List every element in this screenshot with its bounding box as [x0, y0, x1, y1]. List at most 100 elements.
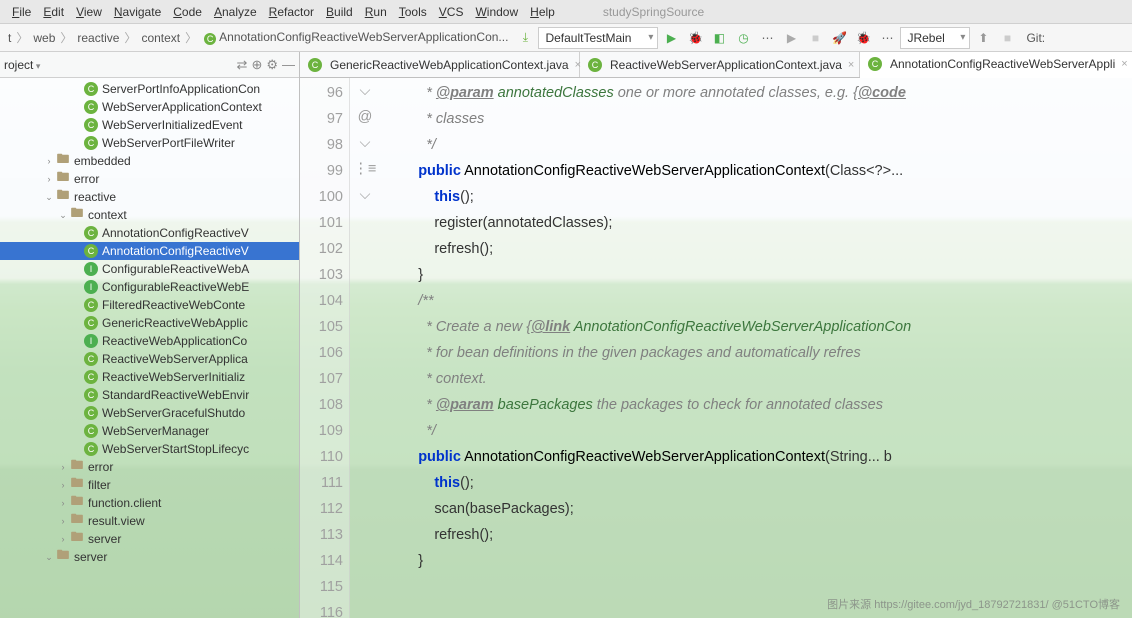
- menu-navigate[interactable]: Navigate: [108, 3, 167, 21]
- code-line[interactable]: refresh();: [390, 236, 1132, 262]
- breadcrumb-item[interactable]: reactive: [73, 29, 123, 47]
- close-icon[interactable]: ×: [848, 59, 854, 71]
- class-icon: C: [308, 58, 322, 72]
- breadcrumb-item[interactable]: context: [137, 29, 184, 47]
- tree-file[interactable]: CAnnotationConfigReactiveV: [0, 224, 299, 242]
- code-line[interactable]: /**: [390, 288, 1132, 314]
- tree-label: AnnotationConfigReactiveV: [102, 244, 249, 258]
- tree-file[interactable]: CReactiveWebServerInitializ: [0, 368, 299, 386]
- run-anything-icon[interactable]: ▶: [780, 27, 802, 49]
- code-line[interactable]: public AnnotationConfigReactiveWebServer…: [390, 158, 1132, 184]
- code-line[interactable]: * @param basePackages the packages to ch…: [390, 392, 1132, 418]
- code-line[interactable]: refresh();: [390, 522, 1132, 548]
- menu-vcs[interactable]: VCS: [433, 3, 470, 21]
- menu-build[interactable]: Build: [320, 3, 359, 21]
- tree-folder[interactable]: ⌄reactive: [0, 188, 299, 206]
- tree-file[interactable]: CReactiveWebServerApplica: [0, 350, 299, 368]
- menu-code[interactable]: Code: [167, 3, 208, 21]
- menu-tools[interactable]: Tools: [393, 3, 433, 21]
- select-opened-icon[interactable]: ⊕: [251, 57, 262, 73]
- tree-file[interactable]: CWebServerStartStopLifecyc: [0, 440, 299, 458]
- run-config-dropdown[interactable]: DefaultTestMain: [538, 27, 658, 49]
- code-line[interactable]: this();: [390, 470, 1132, 496]
- code-content[interactable]: * @param annotatedClasses one or more an…: [380, 78, 1132, 618]
- project-header[interactable]: roject ⇄ ⊕ ⚙ —: [0, 52, 299, 78]
- project-tree[interactable]: CServerPortInfoApplicationConCWebServerA…: [0, 78, 299, 618]
- commit-icon[interactable]: ■: [996, 27, 1018, 49]
- settings-icon[interactable]: ⚙: [266, 57, 278, 73]
- editor-tab[interactable]: CAnnotationConfigReactiveWebServerAppli×: [860, 52, 1132, 78]
- menu-file[interactable]: File: [6, 3, 37, 21]
- code-line[interactable]: * @param annotatedClasses one or more an…: [390, 80, 1132, 106]
- folder-icon: [70, 460, 84, 474]
- code-line[interactable]: }: [390, 548, 1132, 574]
- menu-help[interactable]: Help: [524, 3, 561, 21]
- code-line[interactable]: */: [390, 132, 1132, 158]
- tree-folder[interactable]: ›error: [0, 170, 299, 188]
- jrebel-dropdown[interactable]: JRebel: [900, 27, 970, 49]
- code-line[interactable]: this();: [390, 184, 1132, 210]
- jrebel-debug-icon[interactable]: 🐞: [852, 27, 874, 49]
- tree-file[interactable]: CGenericReactiveWebApplic: [0, 314, 299, 332]
- close-icon[interactable]: ×: [1121, 58, 1127, 70]
- breadcrumb-item[interactable]: t: [4, 29, 15, 47]
- code-line[interactable]: }: [390, 262, 1132, 288]
- tree-file[interactable]: CWebServerPortFileWriter: [0, 134, 299, 152]
- tree-file[interactable]: IConfigurableReactiveWebE: [0, 278, 299, 296]
- tree-file[interactable]: CWebServerGracefulShutdo: [0, 404, 299, 422]
- menu-run[interactable]: Run: [359, 3, 393, 21]
- tree-file[interactable]: CStandardReactiveWebEnvir: [0, 386, 299, 404]
- folder-icon: [70, 208, 84, 222]
- tree-file[interactable]: CWebServerManager: [0, 422, 299, 440]
- coverage-icon[interactable]: ◧: [708, 27, 730, 49]
- editor-tab[interactable]: CReactiveWebServerApplicationContext.jav…: [580, 52, 860, 77]
- collapse-icon[interactable]: ⇄: [237, 57, 248, 73]
- attach-icon[interactable]: ⋯: [756, 27, 778, 49]
- tree-file[interactable]: IConfigurableReactiveWebA: [0, 260, 299, 278]
- tree-folder[interactable]: ⌄server: [0, 548, 299, 566]
- code-line[interactable]: * for bean definitions in the given pack…: [390, 340, 1132, 366]
- tree-file[interactable]: CWebServerApplicationContext: [0, 98, 299, 116]
- tree-file[interactable]: IReactiveWebApplicationCo: [0, 332, 299, 350]
- jrebel-run-icon[interactable]: 🚀: [828, 27, 850, 49]
- code-line[interactable]: * context.: [390, 366, 1132, 392]
- code-line[interactable]: * classes: [390, 106, 1132, 132]
- code-editor[interactable]: 9697989910010110210310410510610710810911…: [300, 78, 1132, 618]
- tree-file[interactable]: CAnnotationConfigReactiveV: [0, 242, 299, 260]
- code-line[interactable]: */: [390, 418, 1132, 444]
- tree-file[interactable]: CFilteredReactiveWebConte: [0, 296, 299, 314]
- tree-folder[interactable]: ›filter: [0, 476, 299, 494]
- run-icon[interactable]: ▶: [660, 27, 682, 49]
- debug-icon[interactable]: 🐞: [684, 27, 706, 49]
- class-icon: C: [84, 370, 98, 384]
- editor-tabs: CGenericReactiveWebApplicationContext.ja…: [300, 52, 1132, 78]
- tree-folder[interactable]: ›server: [0, 530, 299, 548]
- code-line[interactable]: scan(basePackages);: [390, 496, 1132, 522]
- breadcrumb-class[interactable]: CAnnotationConfigReactiveWebServerApplic…: [200, 28, 512, 47]
- menu-edit[interactable]: Edit: [37, 3, 70, 21]
- menu-analyze[interactable]: Analyze: [208, 3, 263, 21]
- code-line[interactable]: public AnnotationConfigReactiveWebServer…: [390, 444, 1132, 470]
- code-line[interactable]: register(annotatedClasses);: [390, 210, 1132, 236]
- line-number: 98: [300, 132, 343, 158]
- hide-icon[interactable]: —: [282, 57, 295, 73]
- tree-folder[interactable]: ›function.client: [0, 494, 299, 512]
- breadcrumb-item[interactable]: web: [29, 29, 59, 47]
- build-icon[interactable]: ⤓: [514, 27, 536, 49]
- menu-view[interactable]: View: [70, 3, 108, 21]
- menu-window[interactable]: Window: [469, 3, 524, 21]
- tree-file[interactable]: CServerPortInfoApplicationCon: [0, 80, 299, 98]
- tree-folder[interactable]: ›result.view: [0, 512, 299, 530]
- tree-folder[interactable]: ›embedded: [0, 152, 299, 170]
- update-icon[interactable]: ⬆: [972, 27, 994, 49]
- tree-file[interactable]: CWebServerInitializedEvent: [0, 116, 299, 134]
- menu-refactor[interactable]: Refactor: [263, 3, 320, 21]
- editor-tab[interactable]: CGenericReactiveWebApplicationContext.ja…: [300, 52, 580, 77]
- stop-icon[interactable]: ■: [804, 27, 826, 49]
- tree-folder[interactable]: ⌄context: [0, 206, 299, 224]
- class-icon: C: [84, 316, 98, 330]
- code-line[interactable]: * Create a new {@link AnnotationConfigRe…: [390, 314, 1132, 340]
- jrebel-more-icon[interactable]: ⋯: [876, 27, 898, 49]
- tree-folder[interactable]: ›error: [0, 458, 299, 476]
- profile-icon[interactable]: ◷: [732, 27, 754, 49]
